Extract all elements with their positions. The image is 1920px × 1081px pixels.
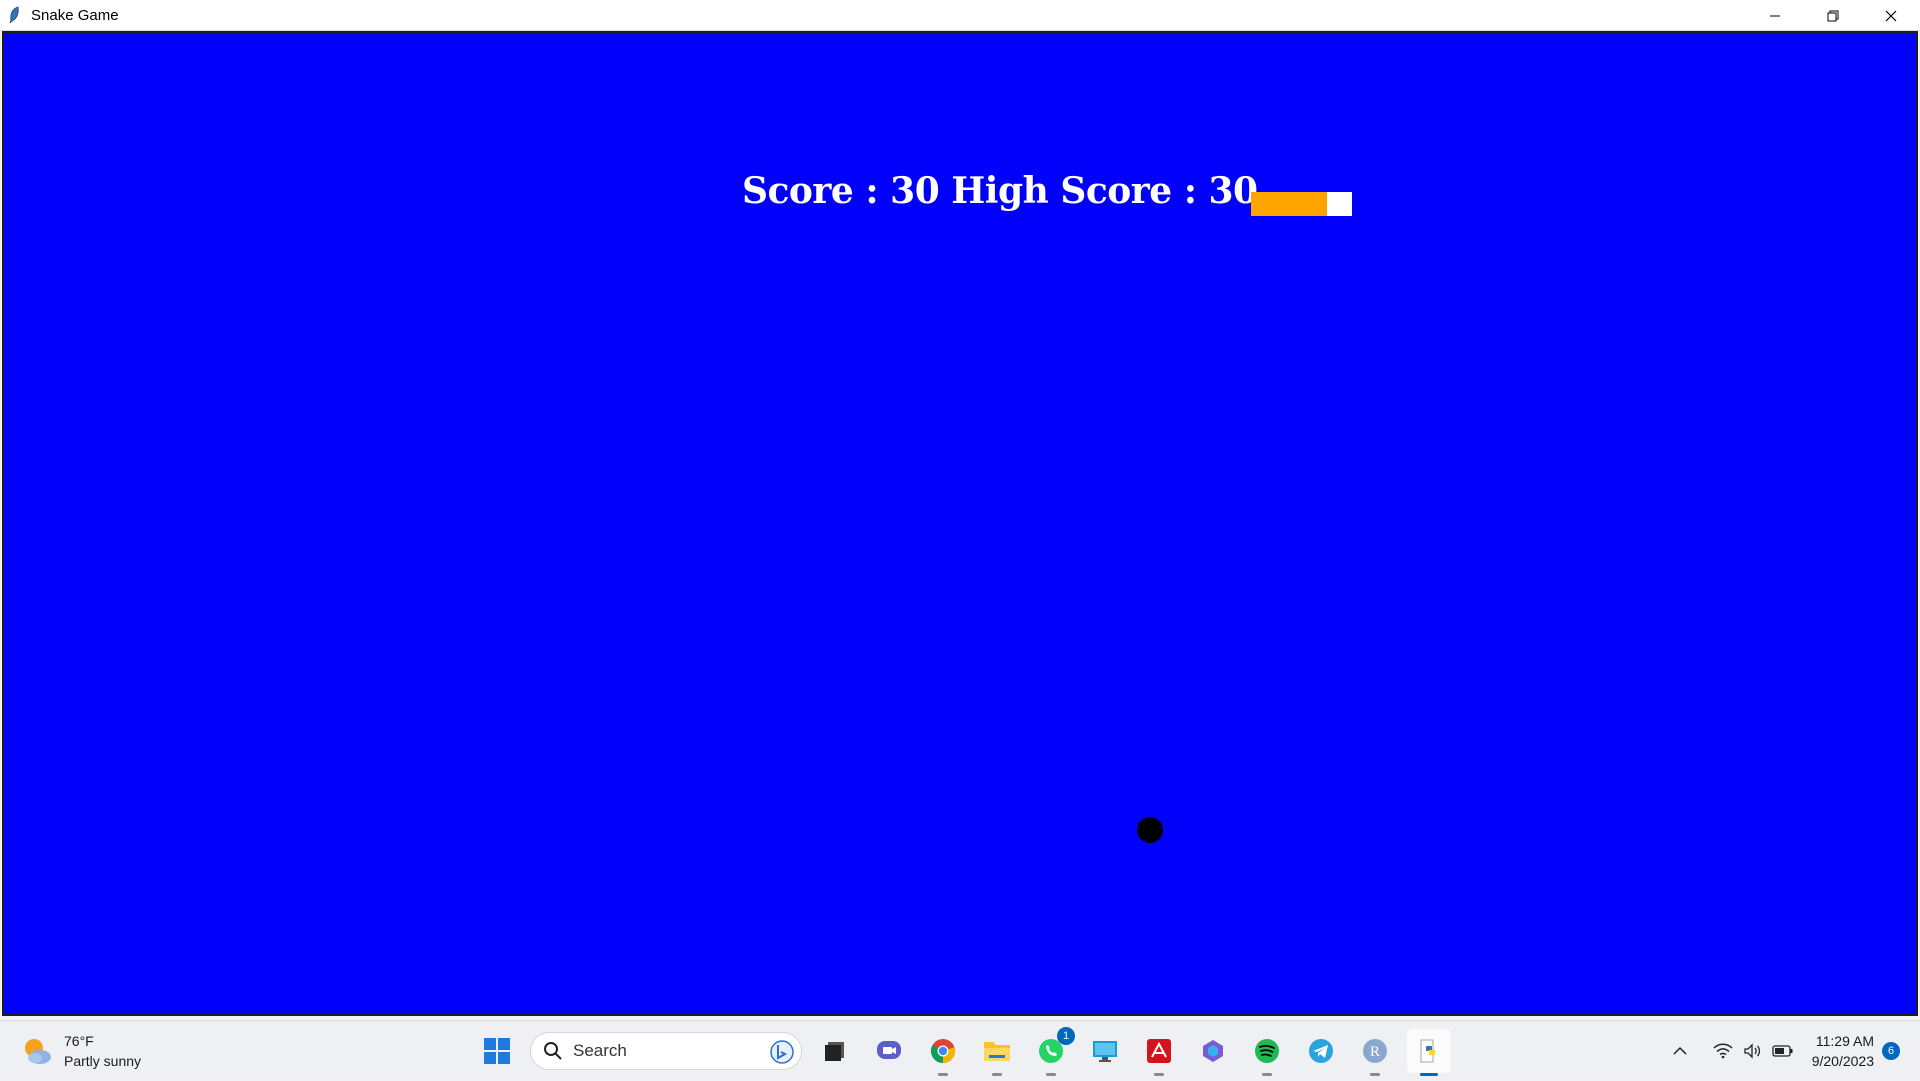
feather-icon: [7, 6, 21, 24]
task-view-button[interactable]: [813, 1029, 857, 1073]
remote-desktop-icon: [1093, 1041, 1117, 1062]
close-button[interactable]: [1862, 0, 1920, 31]
spotify-button[interactable]: [1245, 1029, 1289, 1076]
spotify-icon: [1255, 1039, 1279, 1063]
task-view-icon: [825, 1042, 844, 1061]
search-icon: [544, 1042, 562, 1060]
remote-desktop-button[interactable]: [1083, 1029, 1127, 1073]
wifi-button[interactable]: [1709, 1037, 1737, 1065]
copilot-icon: [1203, 1040, 1223, 1062]
taskbar: 76°F Partly sunny Search 1 R 11:29 AM 9/…: [0, 1020, 1920, 1080]
window-titlebar: Snake Game: [0, 0, 1920, 31]
telegram-icon: [1309, 1039, 1333, 1063]
weather-condition: Partly sunny: [64, 1053, 142, 1069]
weather-widget[interactable]: 76°F Partly sunny: [20, 1031, 141, 1071]
wifi-icon: [1713, 1043, 1733, 1059]
taskbar-center: Search 1 R: [470, 1027, 1456, 1076]
running-indicator: [938, 1073, 948, 1076]
search-placeholder: Search: [573, 1041, 627, 1060]
minimize-icon: [1770, 15, 1780, 16]
whatsapp-badge: 1: [1057, 1027, 1075, 1045]
battery-button[interactable]: [1769, 1037, 1797, 1065]
acrobat-button[interactable]: [1137, 1029, 1181, 1076]
start-button[interactable]: [475, 1029, 519, 1073]
running-indicator: [1262, 1073, 1272, 1076]
python-button[interactable]: [1407, 1029, 1451, 1076]
chrome-icon: [930, 1039, 955, 1063]
telegram-button[interactable]: [1299, 1029, 1343, 1073]
running-indicator: [1154, 1073, 1164, 1076]
bing-icon: [769, 1039, 795, 1070]
taskbar-search[interactable]: Search: [530, 1032, 802, 1070]
python-icon: [1420, 1039, 1435, 1063]
running-indicator: [1420, 1073, 1438, 1076]
window-title: Snake Game: [31, 6, 119, 24]
snake-head: [1327, 192, 1352, 216]
chat-icon: [877, 1041, 901, 1059]
minimize-button[interactable]: [1746, 0, 1804, 31]
restore-button[interactable]: [1804, 0, 1862, 31]
whatsapp-button[interactable]: 1: [1029, 1027, 1075, 1076]
partly-sunny-icon: [20, 1034, 54, 1068]
chat-button[interactable]: [867, 1029, 911, 1073]
close-icon: [1885, 10, 1897, 21]
weather-temperature: 76°F: [64, 1033, 94, 1049]
running-indicator: [1046, 1073, 1056, 1076]
taskbar-clock[interactable]: 11:29 AM 9/20/2023: [1812, 1031, 1874, 1071]
show-hidden-icons-button[interactable]: [1666, 1037, 1694, 1065]
clock-time: 11:29 AM: [1815, 1033, 1874, 1049]
restore-icon: [1827, 10, 1839, 21]
running-indicator: [992, 1073, 1002, 1076]
battery-icon: [1772, 1045, 1793, 1057]
file-explorer-icon: [984, 1042, 1010, 1061]
r-icon: R: [1363, 1039, 1387, 1063]
running-indicator: [1370, 1073, 1380, 1076]
r-button[interactable]: R: [1353, 1029, 1397, 1076]
notification-badge[interactable]: 6: [1882, 1042, 1900, 1060]
copilot-button[interactable]: [1191, 1029, 1235, 1073]
clock-date: 9/20/2023: [1811, 1053, 1874, 1069]
volume-icon: [1744, 1043, 1760, 1059]
chevron-up-icon: [1673, 1046, 1687, 1055]
file-explorer-button[interactable]: [975, 1029, 1019, 1076]
score-display: Score : 30 High Score : 30: [742, 170, 1258, 212]
snake-body: [1251, 192, 1327, 216]
svg-text:R: R: [1370, 1044, 1380, 1060]
chrome-button[interactable]: [921, 1029, 965, 1076]
food-item: [1137, 817, 1163, 843]
window-controls: [1746, 0, 1920, 31]
volume-button[interactable]: [1739, 1037, 1767, 1065]
windows-icon: [484, 1038, 510, 1064]
acrobat-icon: [1147, 1039, 1171, 1063]
system-tray: 11:29 AM 9/20/2023 6: [1665, 1021, 1920, 1081]
